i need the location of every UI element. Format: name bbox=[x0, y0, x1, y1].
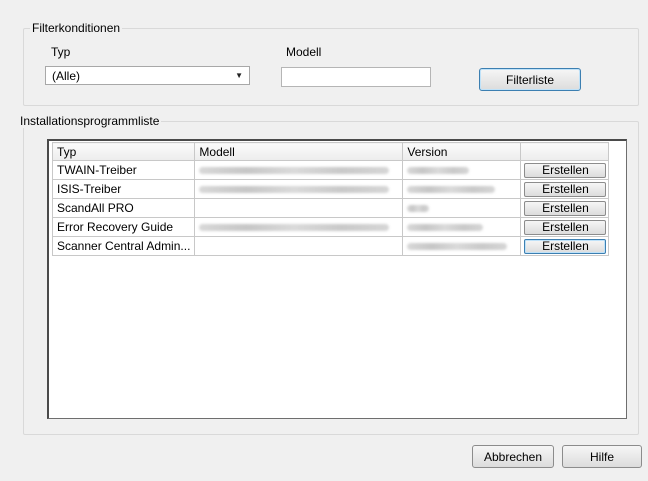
triangle-down-icon: ▼ bbox=[235, 71, 243, 80]
col-header-version[interactable]: Version bbox=[402, 142, 522, 161]
filter-group-title: Filterkonditionen bbox=[30, 21, 123, 35]
redacted-version bbox=[407, 243, 508, 251]
create-button[interactable]: Erstellen bbox=[524, 238, 607, 254]
row-version bbox=[402, 198, 522, 218]
model-label: Modell bbox=[286, 45, 322, 59]
type-label: Typ bbox=[51, 45, 71, 59]
type-select-value: (Alle) bbox=[52, 68, 81, 83]
installer-table-box: Typ Modell Version TWAIN-Treiber Erstell… bbox=[47, 139, 627, 419]
cancel-button[interactable]: Abbrechen bbox=[472, 445, 554, 468]
row-type: ScandAll PRO bbox=[51, 198, 196, 218]
row-version bbox=[402, 236, 522, 256]
col-header-model[interactable]: Modell bbox=[194, 142, 404, 161]
row-model bbox=[194, 179, 404, 199]
row-model bbox=[194, 236, 404, 256]
row-model bbox=[194, 160, 404, 180]
model-input[interactable] bbox=[281, 67, 431, 87]
redacted-model bbox=[199, 186, 390, 194]
row-type: Scanner Central Admin... bbox=[51, 236, 196, 256]
redacted-model bbox=[199, 167, 390, 175]
table-row[interactable]: ScandAll PRO Erstellen bbox=[51, 198, 610, 218]
installer-group-title: Installationsprogrammliste bbox=[18, 114, 162, 128]
create-button[interactable]: Erstellen bbox=[524, 162, 607, 178]
row-version bbox=[402, 160, 522, 180]
table-row[interactable]: Scanner Central Admin... Erstellen bbox=[51, 236, 610, 256]
row-type: TWAIN-Treiber bbox=[51, 160, 196, 180]
row-model bbox=[194, 198, 404, 218]
create-button[interactable]: Erstellen bbox=[524, 219, 607, 235]
row-version bbox=[402, 179, 522, 199]
table-header-row: Typ Modell Version bbox=[51, 142, 610, 161]
col-header-type[interactable]: Typ bbox=[51, 142, 196, 161]
row-model bbox=[194, 217, 404, 237]
table-row[interactable]: ISIS-Treiber Erstellen bbox=[51, 179, 610, 199]
filter-list-button[interactable]: Filterliste bbox=[479, 68, 581, 91]
redacted-model bbox=[199, 224, 390, 232]
create-button[interactable]: Erstellen bbox=[524, 200, 607, 216]
table-row[interactable]: TWAIN-Treiber Erstellen bbox=[51, 160, 610, 180]
installer-table: Typ Modell Version TWAIN-Treiber Erstell… bbox=[51, 142, 610, 256]
col-header-action bbox=[520, 142, 610, 161]
row-version bbox=[402, 217, 522, 237]
row-type: ISIS-Treiber bbox=[51, 179, 196, 199]
create-button[interactable]: Erstellen bbox=[524, 181, 607, 197]
table-row[interactable]: Error Recovery Guide Erstellen bbox=[51, 217, 610, 237]
row-type: Error Recovery Guide bbox=[51, 217, 196, 237]
help-button[interactable]: Hilfe bbox=[562, 445, 642, 468]
redacted-version bbox=[407, 224, 484, 232]
redacted-version bbox=[407, 167, 470, 175]
redacted-version bbox=[407, 205, 430, 213]
redacted-version bbox=[407, 186, 496, 194]
type-select[interactable]: (Alle) ▼ bbox=[45, 66, 250, 85]
